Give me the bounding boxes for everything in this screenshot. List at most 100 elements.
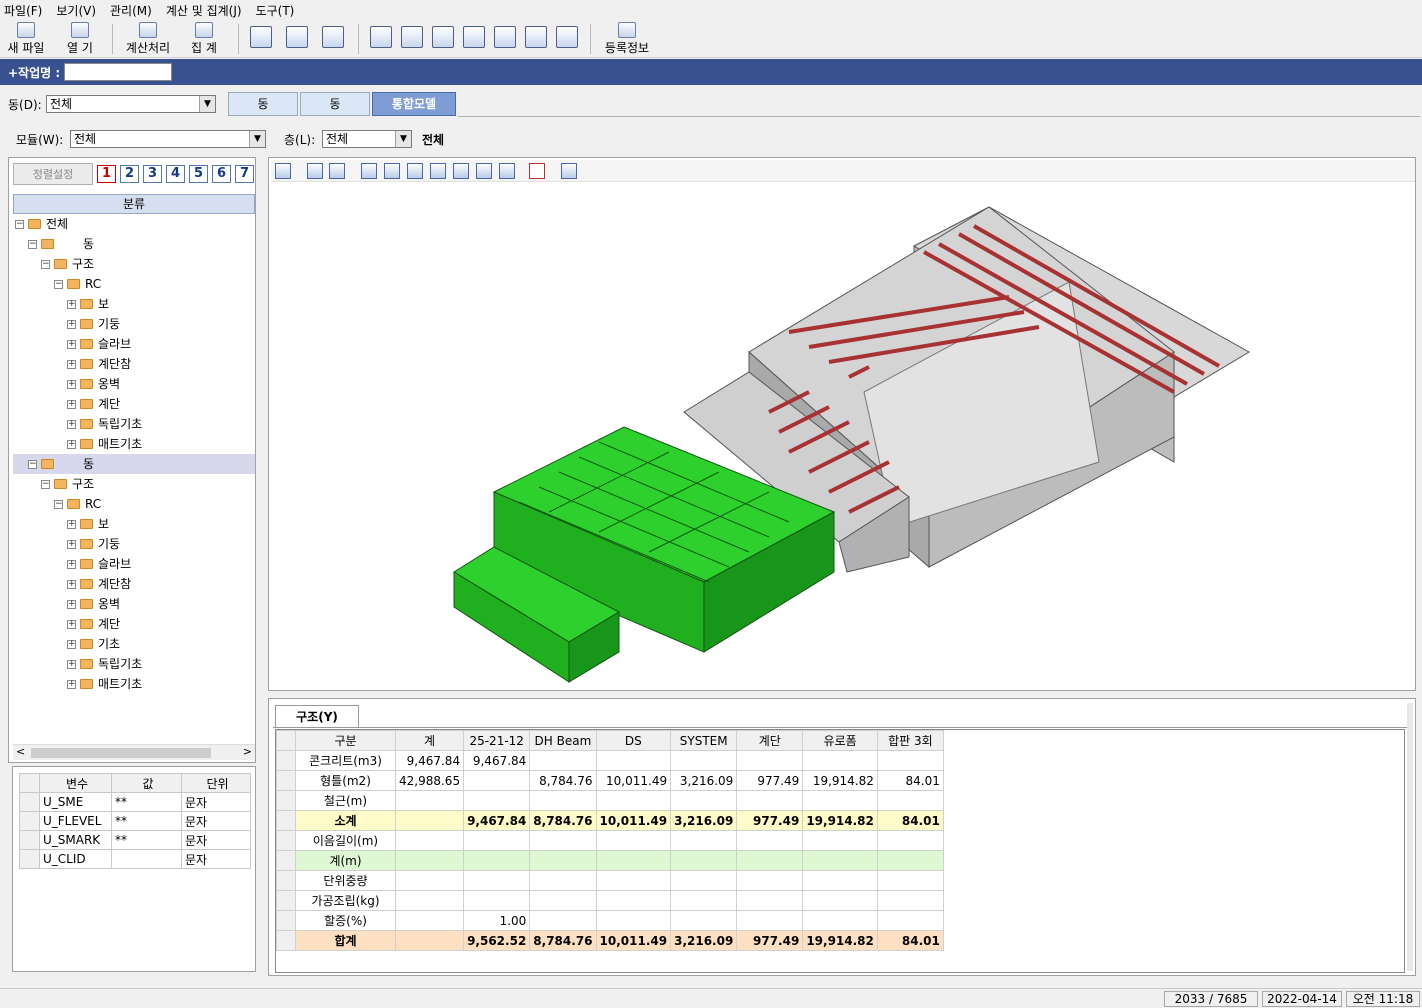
tree-node[interactable]: + 매트기초 bbox=[13, 434, 255, 454]
tree-node[interactable]: + 계단 bbox=[13, 394, 255, 414]
collapse-icon[interactable]: − bbox=[54, 499, 63, 509]
row-header[interactable] bbox=[19, 830, 40, 850]
row-header[interactable] bbox=[19, 811, 40, 831]
table-cell[interactable] bbox=[876, 910, 944, 931]
table-cell[interactable] bbox=[529, 890, 597, 911]
table-row[interactable]: 계(m) bbox=[276, 850, 944, 871]
expand-icon[interactable]: + bbox=[67, 399, 76, 409]
table-cell[interactable]: 9,467.84 bbox=[394, 750, 465, 771]
expand-icon[interactable]: + bbox=[67, 419, 76, 429]
table-cell[interactable]: 소계 bbox=[295, 810, 396, 831]
table-cell[interactable] bbox=[595, 750, 672, 771]
column-header[interactable]: 구분 bbox=[295, 730, 396, 751]
column-header[interactable]: 계단 bbox=[736, 730, 804, 751]
table-cell[interactable] bbox=[529, 870, 597, 891]
table-cell[interactable] bbox=[394, 930, 465, 951]
table-cell[interactable] bbox=[595, 790, 672, 811]
table-cell[interactable] bbox=[463, 870, 531, 891]
table-cell[interactable]: 10,011.49 bbox=[595, 770, 672, 791]
variable-row[interactable]: U_SMARK ** 문자 bbox=[19, 830, 251, 850]
table-row[interactable]: 합계 9,562.52 8,784.76 10,011.49 3,216.09 977.4… bbox=[276, 930, 944, 951]
zoom-icon[interactable] bbox=[250, 26, 272, 48]
table-cell[interactable] bbox=[394, 810, 465, 831]
row-header[interactable] bbox=[276, 790, 296, 811]
variable-cell[interactable]: U_SMARK bbox=[39, 830, 112, 850]
table-cell[interactable] bbox=[736, 910, 804, 931]
footing-icon[interactable] bbox=[525, 26, 547, 48]
table-cell[interactable]: 3,216.09 bbox=[670, 770, 738, 791]
table-cell[interactable]: 19,914.82 bbox=[802, 930, 878, 951]
view-back-icon[interactable] bbox=[384, 163, 400, 179]
variable-cell[interactable]: 문자 bbox=[181, 792, 251, 812]
open-button[interactable]: 열 기 bbox=[58, 22, 102, 56]
table-cell[interactable]: 8,784.76 bbox=[529, 810, 597, 831]
variable-cell[interactable]: U_FLEVEL bbox=[39, 811, 112, 831]
table-cell[interactable] bbox=[670, 750, 738, 771]
table-cell[interactable] bbox=[736, 890, 804, 911]
tree-node[interactable]: + 기둥 bbox=[13, 534, 255, 554]
tree-node[interactable]: + 기둥 bbox=[13, 314, 255, 334]
level-4-button[interactable]: 4 bbox=[166, 165, 185, 183]
table-cell[interactable] bbox=[670, 850, 738, 871]
grid-vertical-scrollbar[interactable] bbox=[1407, 703, 1413, 971]
table-cell[interactable] bbox=[529, 750, 597, 771]
table-row[interactable]: 철근(m) bbox=[276, 790, 944, 811]
table-row[interactable]: 소계 9,467.84 8,784.76 10,011.49 3,216.09 977.4… bbox=[276, 810, 944, 831]
tree-node[interactable]: − 동 bbox=[13, 234, 255, 254]
table-cell[interactable]: 3,216.09 bbox=[670, 930, 738, 951]
table-cell[interactable] bbox=[670, 910, 738, 931]
table-cell[interactable] bbox=[595, 890, 672, 911]
view-iso-icon[interactable] bbox=[499, 163, 515, 179]
level-3-button[interactable]: 3 bbox=[143, 165, 162, 183]
table-cell[interactable]: 철근(m) bbox=[295, 790, 396, 811]
summary-button[interactable]: 집 계 bbox=[182, 22, 226, 56]
table-cell[interactable] bbox=[876, 750, 944, 771]
job-name-input[interactable] bbox=[64, 63, 173, 81]
table-cell[interactable]: 84.01 bbox=[876, 770, 944, 791]
expand-icon[interactable]: + bbox=[67, 679, 76, 689]
new-file-button[interactable]: 새 파일 bbox=[4, 22, 48, 56]
tree-node[interactable]: − 동 bbox=[13, 454, 255, 474]
model-icon[interactable] bbox=[275, 163, 291, 179]
chevron-right-icon[interactable]: > bbox=[243, 745, 252, 758]
table-cell[interactable] bbox=[802, 910, 878, 931]
view-top-icon[interactable] bbox=[453, 163, 469, 179]
table-cell[interactable]: 합계 bbox=[295, 930, 396, 951]
table-cell[interactable]: 10,011.49 bbox=[595, 930, 672, 951]
expand-icon[interactable]: + bbox=[67, 539, 76, 549]
table-row[interactable]: 할증(%) 1.00 bbox=[276, 910, 944, 931]
tree-node[interactable]: + 옹벽 bbox=[13, 374, 255, 394]
table-cell[interactable]: 콘크리트(m3) bbox=[295, 750, 396, 771]
column-header[interactable]: 유로폼 bbox=[802, 730, 878, 751]
table-cell[interactable]: 할증(%) bbox=[295, 910, 396, 931]
expand-icon[interactable]: + bbox=[67, 659, 76, 669]
tree-node[interactable]: + 매트기초 bbox=[13, 674, 255, 694]
sort-settings-button[interactable]: 정렬설정 bbox=[13, 163, 93, 185]
module-select[interactable]: 전체 ▼ bbox=[70, 130, 266, 148]
table-cell[interactable]: 977.49 bbox=[736, 810, 804, 831]
table-cell[interactable]: 단위중량 bbox=[295, 870, 396, 891]
table-cell[interactable] bbox=[802, 850, 878, 871]
row-header[interactable] bbox=[276, 810, 296, 831]
table-cell[interactable] bbox=[876, 790, 944, 811]
table-cell[interactable] bbox=[876, 890, 944, 911]
table-cell[interactable] bbox=[876, 830, 944, 851]
table-cell[interactable]: 42,988.65 bbox=[394, 770, 465, 791]
row-header[interactable] bbox=[276, 910, 296, 931]
tab-integrated-model[interactable]: 통합모델 bbox=[372, 92, 456, 116]
view-front-icon[interactable] bbox=[361, 163, 377, 179]
table-cell[interactable] bbox=[529, 910, 597, 931]
expand-icon[interactable]: + bbox=[67, 579, 76, 589]
expand-icon[interactable]: + bbox=[67, 639, 76, 649]
table-cell[interactable] bbox=[670, 870, 738, 891]
tree-node[interactable]: − RC bbox=[13, 274, 255, 294]
row-header[interactable] bbox=[276, 930, 296, 951]
table-cell[interactable] bbox=[736, 830, 804, 851]
table-cell[interactable]: 1.00 bbox=[463, 910, 531, 931]
table-cell[interactable]: 계(m) bbox=[295, 850, 396, 871]
tab-structure[interactable]: 구조(Y) bbox=[275, 705, 359, 727]
tree-node[interactable]: − 전체 bbox=[13, 214, 255, 234]
menu-tools[interactable]: 도구(T) bbox=[256, 2, 295, 19]
expand-icon[interactable]: + bbox=[67, 299, 76, 309]
table-cell[interactable]: 19,914.82 bbox=[802, 810, 878, 831]
